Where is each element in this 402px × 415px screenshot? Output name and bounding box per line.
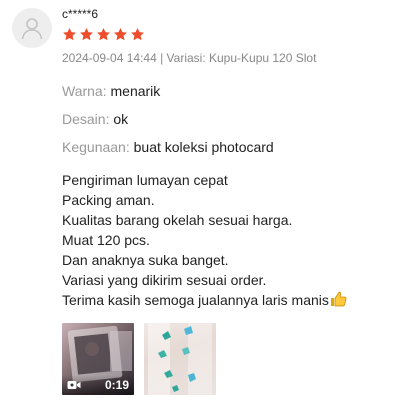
attribute-warna: Warna: menarik xyxy=(62,82,392,100)
review-item: c*****6 2024-09-04 14:44 | Variasi: Kupu… xyxy=(62,6,392,395)
attribute-kegunaan: Kegunaan: buat koleksi photocard xyxy=(62,138,392,156)
comment-line-last: Terima kasih semoga jualannya laris mani… xyxy=(62,290,392,310)
user-avatar-icon xyxy=(21,18,43,40)
attribute-label: Kegunaan: xyxy=(62,139,130,155)
attribute-value: menarik xyxy=(110,83,161,99)
star-icon xyxy=(63,27,76,41)
comment-line: Packing aman. xyxy=(62,192,155,208)
attribute-desain: Desain: ok xyxy=(62,110,392,128)
reviewer-username: c*****6 xyxy=(62,7,99,21)
attribute-label: Warna: xyxy=(62,83,107,99)
star-icon xyxy=(97,27,110,41)
star-icon xyxy=(80,27,93,41)
video-info-bar: 0:19 xyxy=(62,375,134,395)
star-icon xyxy=(131,27,144,41)
attribute-value: buat koleksi photocard xyxy=(133,139,274,155)
comment-line: Kualitas barang okelah sesuai harga. xyxy=(62,212,293,228)
comment-line: Pengiriman lumayan cepat xyxy=(62,172,228,188)
thumbs-up-emoji xyxy=(330,291,347,307)
review-media: 0:19 xyxy=(62,323,392,395)
attribute-label: Desain: xyxy=(62,111,110,127)
comment-line: Terima kasih semoga jualannya laris mani… xyxy=(62,292,329,308)
review-photo-thumbnail[interactable] xyxy=(144,323,216,395)
star-rating xyxy=(62,27,392,43)
comment-line: Muat 120 pcs. xyxy=(62,232,150,248)
comment-line: Dan anaknya suka banget. xyxy=(62,252,229,268)
review-comment: Pengiriman lumayan cepat Packing aman. K… xyxy=(62,170,392,310)
comment-line: Variasi yang dikirim sesuai order. xyxy=(62,272,267,288)
review-meta: 2024-09-04 14:44 | Variasi: Kupu-Kupu 12… xyxy=(62,51,317,65)
avatar[interactable] xyxy=(12,8,52,48)
attribute-value: ok xyxy=(113,111,129,127)
star-icon xyxy=(114,27,127,41)
review-video-thumbnail[interactable]: 0:19 xyxy=(62,323,134,395)
photo-art xyxy=(148,323,212,395)
video-camera-icon xyxy=(67,381,81,389)
video-duration: 0:19 xyxy=(104,378,129,392)
